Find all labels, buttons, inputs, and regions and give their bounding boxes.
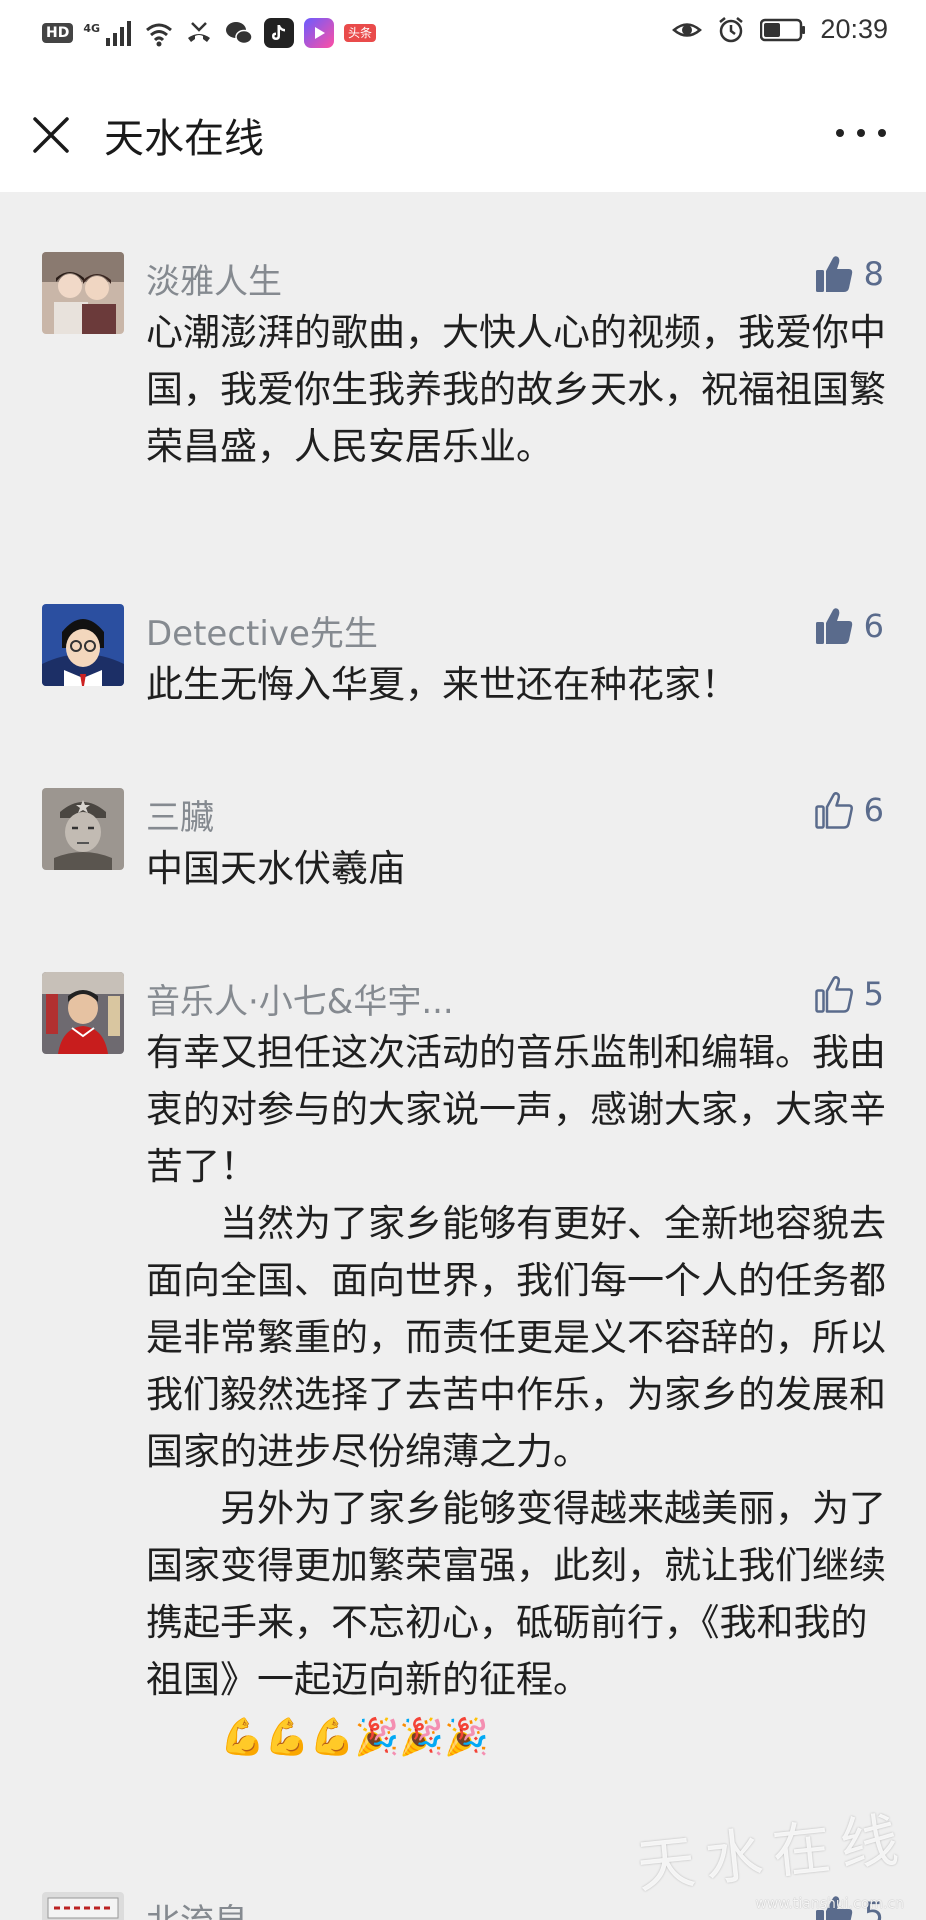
tiktok-icon [264,18,295,48]
watermark-url: www.tianshui.com.cn [755,1896,904,1912]
avatar[interactable] [42,1892,124,1920]
network-type: 4G [83,21,101,35]
thumbs-up-outline-icon [814,792,853,829]
hd-badge: HD [42,23,74,43]
comment-text: 此生无悔入华夏，来世还在种花家！ [146,656,886,713]
video-app-icon [304,18,335,48]
wifi-icon [146,23,172,47]
toutiao-badge: 头条 [344,24,377,42]
eye-icon [672,22,703,37]
close-button[interactable] [28,112,74,158]
avatar[interactable] [42,604,124,686]
more-dot-icon [836,129,844,137]
wechat-icon [226,22,253,45]
comment-author: Detective先生 [146,614,378,654]
comment-paragraph: 心潮澎湃的歌曲，大快人心的视频，我爱你中国，我爱你生我养我的故乡天水，祝福祖国繁… [146,311,886,468]
comment-paragraph: 另外为了家乡能够变得越来越美丽，为了国家变得更加繁荣富强，此刻，就让我们继续携起… [146,1480,886,1766]
comment-paragraph: 此生无悔入华夏，来世还在种花家！ [146,663,738,706]
like-count: 6 [863,607,884,645]
page-title: 天水在线 [104,116,264,162]
thumbs-up-filled-icon [815,256,852,292]
title-bar: 天水在线 [0,72,926,192]
comment-paragraph: 当然为了家乡能够有更好、全新地容貌去面向全国、面向世界，我们每一个人的任务都是非… [146,1202,886,1473]
clock-time: 20:39 [820,14,888,44]
emoji-reactions: 💪💪💪🎉🎉🎉 [220,1717,489,1758]
like-count: 6 [863,791,884,829]
like-button[interactable]: 6 [814,790,884,830]
comment-author: 北流泉 [146,1894,248,1920]
avatar[interactable] [42,972,124,1054]
status-bar: HD 4G 头条 20:39 [0,0,926,72]
missed-call-icon [188,22,211,42]
like-count: 5 [863,975,884,1013]
comment-author: 三臟 [146,798,214,838]
like-button[interactable]: 8 [814,254,884,294]
close-icon [33,117,69,153]
like-count: 8 [863,255,884,293]
comment-author: 音乐人·小七&华宇... [146,982,454,1022]
avatar[interactable] [42,788,124,870]
comment-author: 淡雅人生 [146,262,282,302]
thumbs-up-outline-icon [814,976,853,1013]
comment-text: 有幸又担任这次活动的音乐监制和编辑。我由衷的对参与的大家说一声，感谢大家，大家辛… [146,1024,886,1766]
more-dot-icon [857,129,865,137]
alarm-icon [719,16,744,42]
more-dot-icon [878,129,886,137]
more-options-button[interactable] [836,118,886,148]
comment-text: 中国天水伏羲庙 [146,840,886,897]
avatar[interactable] [42,252,124,334]
like-button[interactable]: 6 [814,606,884,646]
signal-icon [106,21,132,46]
watermark-logo: 天水在线 [633,1804,912,1902]
comment-paragraph: 有幸又担任这次活动的音乐监制和编辑。我由衷的对参与的大家说一声，感谢大家，大家辛… [146,1031,886,1188]
comment-paragraph-text: 另外为了家乡能够变得越来越美丽，为了国家变得更加繁荣富强，此刻，就让我们继续携起… [146,1487,886,1701]
comment-paragraph: 中国天水伏羲庙 [146,847,405,890]
like-button[interactable]: 5 [814,974,884,1014]
comment-text: 心潮澎湃的歌曲，大快人心的视频，我爱你中国，我爱你生我养我的故乡天水，祝福祖国繁… [146,304,886,475]
thumbs-up-filled-icon [815,608,852,644]
battery-icon [760,18,806,41]
